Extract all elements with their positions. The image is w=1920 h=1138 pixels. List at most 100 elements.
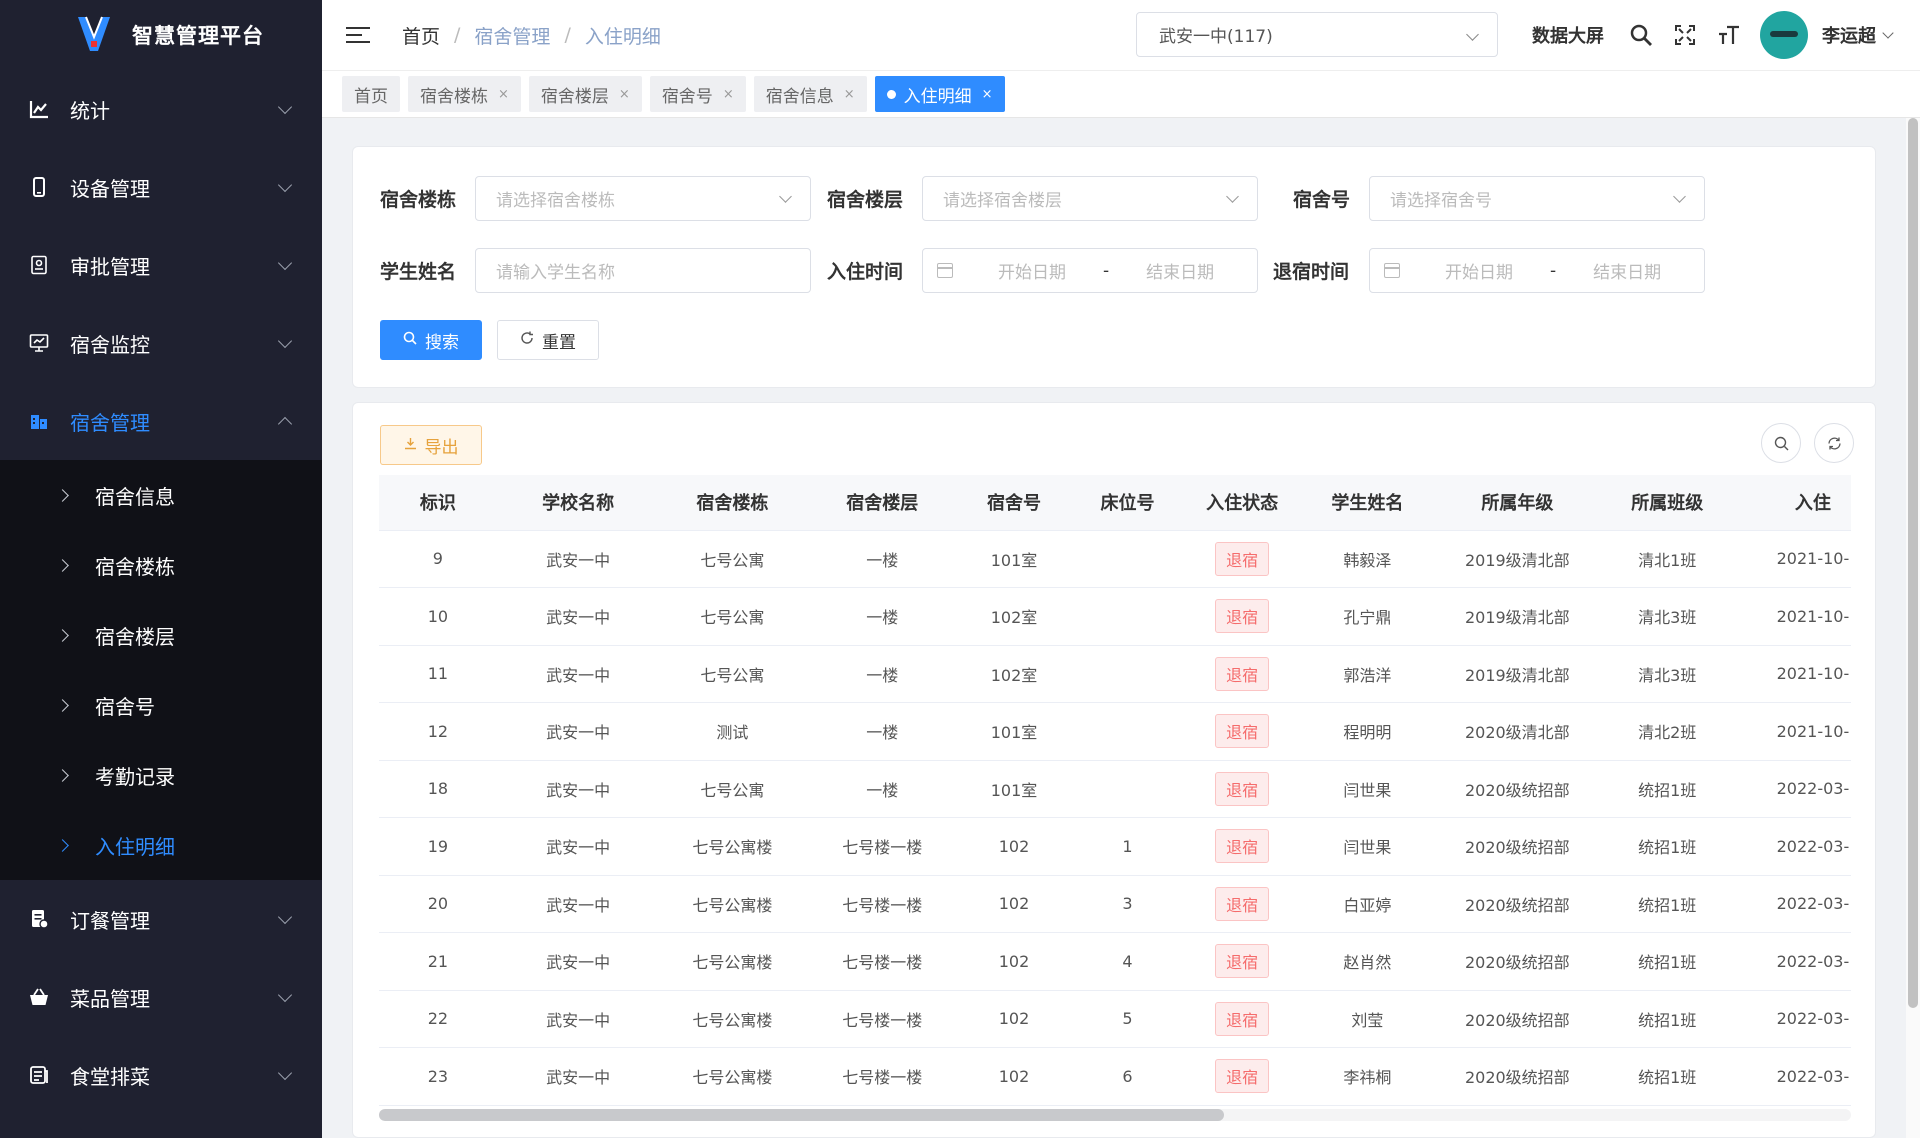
start-date-input[interactable]: 开始日期: [977, 258, 1087, 283]
sidebar-item-monitor[interactable]: 宿舍监控: [0, 304, 322, 382]
search-icon[interactable]: [1628, 22, 1654, 48]
scrollbar-thumb[interactable]: [1908, 118, 1918, 1008]
tab-dorm-building[interactable]: 宿舍楼栋 ×: [408, 76, 521, 112]
table-cell: 清北2班: [1597, 702, 1737, 761]
table-cell: 2022-03-: [1736, 1047, 1851, 1106]
sidebar-item-approval[interactable]: 审批管理: [0, 226, 322, 304]
start-date-input[interactable]: 开始日期: [1424, 258, 1534, 283]
tab-home[interactable]: 首页: [342, 76, 400, 112]
table-cell: 一楼: [805, 760, 960, 818]
close-icon[interactable]: ×: [844, 87, 855, 102]
table-row[interactable]: 19 武安一中 七号公寓楼 七号楼一楼 102 1 退宿 闫世果 2020级统招部 统招1班 202…: [379, 817, 1851, 876]
close-icon[interactable]: ×: [982, 87, 993, 102]
tab-dorm-floor[interactable]: 宿舍楼层 ×: [528, 76, 642, 112]
table-cell: 七号公寓楼: [659, 932, 806, 991]
scrollbar-thumb[interactable]: [379, 1109, 1224, 1121]
search-form: 宿舍楼栋 请选择宿舍楼栋 宿舍楼层 请选择宿舍楼层 宿舍号 请选择宿舍号 学生姓…: [352, 146, 1876, 388]
table-cell: 七号公寓楼: [659, 875, 806, 933]
sidebar-item-mobile[interactable]: 设备管理: [0, 148, 322, 226]
building-icon: [28, 410, 50, 432]
checkout-date-range[interactable]: 开始日期 - 结束日期: [1369, 248, 1705, 293]
table-cell: 19: [379, 817, 497, 876]
table-cell: 七号公寓: [659, 645, 806, 703]
status-badge: 退宿: [1215, 541, 1270, 576]
sidebar-item-dorm-management[interactable]: 宿舍管理: [0, 382, 322, 460]
sidebar-subitem-label: 宿舍号: [95, 694, 155, 719]
table-cell: 退宿: [1186, 702, 1298, 761]
end-date-input[interactable]: 结束日期: [1125, 258, 1235, 283]
hamburger-icon[interactable]: [346, 25, 370, 45]
font-size-icon[interactable]: [1716, 22, 1742, 48]
table-cell: 101室: [959, 702, 1069, 761]
table-cell: 七号公寓: [659, 760, 806, 818]
sidebar-subitem-dorm-info[interactable]: 宿舍信息: [0, 460, 322, 530]
student-name-input[interactable]: 请输入学生名称: [475, 248, 811, 293]
table-cell: 退宿: [1186, 760, 1298, 818]
table-cell: 统招1班: [1597, 1047, 1737, 1106]
sidebar-subitem-label: 宿舍楼层: [95, 624, 175, 649]
data-screen-link[interactable]: 数据大屏: [1532, 22, 1604, 48]
table-cell: 一楼: [805, 530, 960, 588]
avatar[interactable]: [1760, 11, 1808, 59]
sidebar-subitem-dorm-floor[interactable]: 宿舍楼层: [0, 600, 322, 670]
tab-checkin-detail[interactable]: 入住明细 ×: [874, 76, 1005, 112]
room-select[interactable]: 请选择宿舍号: [1369, 176, 1705, 221]
caret-down-icon[interactable]: [1882, 27, 1894, 39]
table-row[interactable]: 22 武安一中 七号公寓楼 七号楼一楼 102 5 退宿 刘莹 2020级统招部 统招1班 2022…: [379, 990, 1851, 1048]
room-label: 宿舍号: [1293, 189, 1351, 211]
table-cell: 退宿: [1186, 1047, 1298, 1106]
tab-dorm-room[interactable]: 宿舍号 ×: [649, 76, 746, 112]
vertical-scrollbar[interactable]: [1906, 118, 1920, 1138]
calendar-icon: [937, 263, 953, 278]
horizontal-scrollbar[interactable]: [379, 1109, 1851, 1121]
table-row[interactable]: 9 武安一中 七号公寓 一楼 101室 退宿 韩毅泽 2019级清北部 清北1班 2021-10-: [379, 530, 1851, 588]
table-row[interactable]: 12 武安一中 测试 一楼 101室 退宿 程明明 2020级清北部 清北2班 2021-10-: [379, 702, 1851, 761]
table-cell: 退宿: [1186, 817, 1298, 876]
table-cell: 2022-03-: [1736, 875, 1851, 933]
toggle-search-button[interactable]: [1761, 423, 1801, 463]
table-cell: 2022-03-: [1736, 760, 1851, 818]
breadcrumb-home[interactable]: 首页: [402, 22, 440, 49]
breadcrumb-dorm-management[interactable]: 宿舍管理: [474, 22, 550, 49]
tab-dorm-info[interactable]: 宿舍信息 ×: [753, 76, 867, 112]
export-button[interactable]: 导出: [380, 425, 482, 465]
table-cell: 退宿: [1186, 645, 1298, 703]
sidebar-subitem-attendance-record[interactable]: 考勤记录: [0, 740, 322, 810]
close-icon[interactable]: ×: [498, 87, 509, 102]
user-name[interactable]: 李运超: [1822, 22, 1876, 48]
table-cell: 七号楼一楼: [805, 1047, 960, 1106]
checkin-date-range[interactable]: 开始日期 - 结束日期: [922, 248, 1258, 293]
sidebar-subitem-dorm-building[interactable]: 宿舍楼栋: [0, 530, 322, 600]
table-cell: 闫世果: [1297, 817, 1438, 876]
table-cell: 2022-03-: [1736, 932, 1851, 991]
sidebar-item-label: 订餐管理: [70, 908, 150, 933]
sidebar-subitem-label: 考勤记录: [95, 764, 175, 789]
table-cell: 武安一中: [496, 587, 660, 646]
school-select[interactable]: 武安一中(117): [1136, 12, 1498, 57]
close-icon[interactable]: ×: [619, 87, 630, 102]
table-row[interactable]: 18 武安一中 七号公寓 一楼 101室 退宿 闫世果 2020级统招部 统招1班 2022-03…: [379, 760, 1851, 818]
floor-select[interactable]: 请选择宿舍楼层: [922, 176, 1258, 221]
end-date-input[interactable]: 结束日期: [1572, 258, 1682, 283]
refresh-table-button[interactable]: [1814, 423, 1854, 463]
sidebar-subitem-checkin-detail[interactable]: 入住明细: [0, 810, 322, 880]
search-button[interactable]: 搜索: [380, 320, 482, 360]
close-icon[interactable]: ×: [723, 87, 734, 102]
sidebar-item-chart-line[interactable]: 统计: [0, 70, 322, 148]
building-select[interactable]: 请选择宿舍楼栋: [475, 176, 811, 221]
table-cell: 2019级清北部: [1437, 645, 1598, 703]
table-row[interactable]: 21 武安一中 七号公寓楼 七号楼一楼 102 4 退宿 赵肖然 2020级统招部 统招1班 202…: [379, 932, 1851, 991]
table-row[interactable]: 11 武安一中 七号公寓 一楼 102室 退宿 郭浩洋 2019级清北部 清北3班 2021-10…: [379, 645, 1851, 703]
sidebar-item-basket[interactable]: 菜品管理: [0, 958, 322, 1036]
sidebar-item-order[interactable]: 订餐管理: [0, 880, 322, 958]
table-row[interactable]: 10 武安一中 七号公寓 一楼 102室 退宿 孔宁鼎 2019级清北部 清北3班 2021-10…: [379, 587, 1851, 646]
sidebar-item-menu-list[interactable]: 食堂排菜: [0, 1036, 322, 1114]
reset-button[interactable]: 重置: [497, 320, 599, 360]
sidebar-subitem-dorm-room[interactable]: 宿舍号: [0, 670, 322, 740]
table-row[interactable]: 20 武安一中 七号公寓楼 七号楼一楼 102 3 退宿 白亚婷 2020级统招部 统招1班 202…: [379, 875, 1851, 933]
sidebar-item-label: 菜品管理: [70, 986, 150, 1011]
table-cell: 11: [379, 645, 497, 703]
fullscreen-icon[interactable]: [1672, 22, 1698, 48]
table-row[interactable]: 23 武安一中 七号公寓楼 七号楼一楼 102 6 退宿 李祎桐 2020级统招部 统招1班 202…: [379, 1047, 1851, 1106]
chevron-down-icon: [277, 99, 293, 115]
